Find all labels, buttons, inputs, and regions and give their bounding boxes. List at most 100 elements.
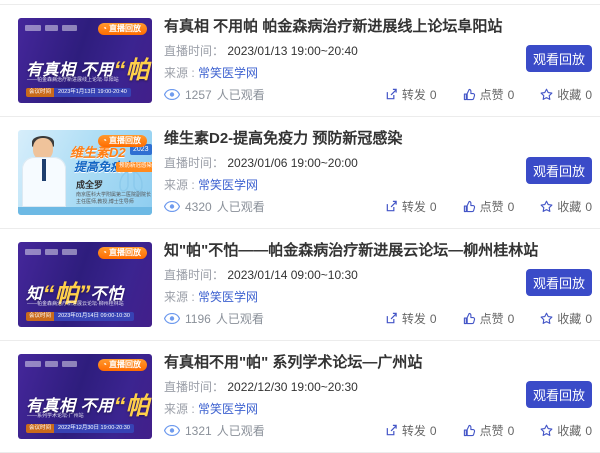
share-button[interactable]: 转发 0 (385, 86, 437, 103)
source-link[interactable]: 常笑医学网 (198, 66, 258, 80)
thumbs-up-icon (463, 424, 475, 437)
like-count: 0 (507, 199, 515, 214)
source-label: 来源 : (164, 178, 195, 193)
doctor-credential: 南京医科大学附属第二医院副院长 (76, 192, 152, 198)
view-count-suffix: 人已观看 (216, 200, 265, 214)
share-label: 转发 (401, 88, 426, 102)
live-time-label: 直播时间： (164, 155, 225, 170)
meeting-time-value: 2023年1月13日 19:00-20:40 (54, 87, 131, 97)
like-count: 0 (507, 423, 515, 438)
share-label: 转发 (401, 424, 426, 438)
favorite-count: 0 (585, 311, 592, 326)
view-count: 4320 人已观看 (164, 198, 265, 215)
like-button[interactable]: 点赞 0 (463, 86, 515, 103)
view-count: 1257 人已观看 (164, 86, 265, 103)
live-replay-badge-label: 直播回放 (109, 136, 141, 145)
thumbnail-logos (25, 249, 77, 255)
view-count-number: 1321 (185, 423, 212, 438)
doctor-credential: 主任医师,教授,博士生导师 (76, 199, 134, 205)
star-icon (540, 88, 553, 100)
view-count-number: 1257 (185, 87, 212, 102)
stats-row: 1257 人已观看 转发 0 点赞 0 收藏 0 (164, 86, 592, 103)
share-button[interactable]: 转发 0 (385, 422, 437, 439)
action-buttons: 转发 0 点赞 0 收藏 0 (385, 86, 592, 103)
share-count: 0 (429, 87, 437, 102)
watch-replay-button[interactable]: 观看回放 (526, 157, 592, 184)
share-button[interactable]: 转发 0 (385, 310, 437, 327)
source-link[interactable]: 常笑医学网 (198, 178, 258, 192)
view-count-suffix: 人已观看 (216, 424, 265, 438)
replay-list-item: ◔ 直播回放 知“帕”不怕 ——帕金森病治疗新进展云论坛·柳州桂林站 会议时间 … (0, 229, 600, 341)
stats-row: 4320 人已观看 转发 0 点赞 0 收藏 0 (164, 198, 592, 215)
share-count: 0 (429, 423, 437, 438)
clock-icon: ◔ (102, 248, 107, 257)
thumbs-up-icon (463, 88, 475, 101)
favorite-count: 0 (585, 199, 592, 214)
replay-thumbnail[interactable]: ◔ 直播回放 有真相 不用“帕” ——系列学术论坛·广州站 会议时间 2022年… (18, 354, 152, 439)
watch-replay-button[interactable]: 观看回放 (526, 381, 592, 408)
replay-title[interactable]: 有真相 不用帕 帕金森病治疗新进展线上论坛阜阳站 (164, 18, 592, 37)
banner-meeting-time: 会议时间 2023年1月13日 19:00-20:40 (26, 87, 131, 97)
source-link[interactable]: 常笑医学网 (198, 290, 258, 304)
eye-icon (164, 425, 180, 436)
favorite-label: 收藏 (557, 200, 582, 214)
favorite-button[interactable]: 收藏 0 (540, 310, 592, 327)
live-time-label: 直播时间： (164, 379, 225, 394)
banner-meeting-time: 会议时间 2023年01月14日 09:00-10:30 (26, 311, 134, 321)
thumbnail-logos (25, 361, 77, 367)
source-link[interactable]: 常笑医学网 (198, 402, 258, 416)
favorite-button[interactable]: 收藏 0 (540, 422, 592, 439)
view-count-suffix: 人已观看 (216, 88, 265, 102)
doctor-banner-badge: 预防新冠感染 (116, 162, 152, 172)
like-count: 0 (507, 87, 515, 102)
watch-replay-button[interactable]: 观看回放 (526, 45, 592, 72)
live-replay-badge-label: 直播回放 (109, 360, 141, 369)
share-button[interactable]: 转发 0 (385, 198, 437, 215)
replay-thumbnail[interactable]: ◔ 直播回放 知“帕”不怕 ——帕金森病治疗新进展云论坛·柳州桂林站 会议时间 … (18, 242, 152, 327)
share-count: 0 (429, 199, 437, 214)
banner-title-gold: “帕” (113, 57, 152, 84)
action-buttons: 转发 0 点赞 0 收藏 0 (385, 310, 592, 327)
share-label: 转发 (401, 312, 426, 326)
replay-title[interactable]: 有真相不用"帕" 系列学术论坛—广州站 (164, 354, 592, 373)
thumbs-up-icon (463, 200, 475, 213)
live-time-label: 直播时间： (164, 43, 225, 58)
like-button[interactable]: 点赞 0 (463, 422, 515, 439)
banner-subtitle: ——系列学术论坛·广州站 (27, 413, 84, 419)
share-label: 转发 (401, 200, 426, 214)
view-count-number: 4320 (185, 199, 212, 214)
replay-title[interactable]: 知"帕"不怕——帕金森病治疗新进展云论坛—柳州桂林站 (164, 242, 592, 261)
clock-icon: ◔ (102, 136, 107, 145)
like-button[interactable]: 点赞 0 (463, 310, 514, 327)
doctor-photo (22, 136, 66, 210)
favorite-label: 收藏 (557, 312, 582, 326)
view-count: 1321 人已观看 (164, 422, 265, 439)
replay-thumbnail[interactable]: ◔ 直播回放 有真相 不用“帕” ——帕金森病治疗新进展线上论坛·阜阳站 会议时… (18, 18, 152, 103)
favorite-button[interactable]: 收藏 0 (540, 198, 592, 215)
doctor-name: 成全罗 (76, 180, 104, 190)
source-label: 来源 : (164, 402, 195, 417)
star-icon (540, 312, 553, 324)
replay-thumbnail[interactable]: 维生素D2 2023 提高免疫力 预防新冠感染 成全罗 南京医科大学附属第二医院… (18, 130, 152, 215)
meeting-time-label: 会议时间 (26, 87, 55, 97)
live-time-value: 2022/12/30 19:00~20:30 (227, 379, 358, 394)
live-replay-badge-label: 直播回放 (109, 248, 141, 257)
stats-row: 1196 人已观看 转发 0 点赞 0 收藏 0 (164, 310, 592, 327)
favorite-count: 0 (585, 423, 592, 438)
action-buttons: 转发 0 点赞 0 收藏 0 (385, 422, 592, 439)
star-icon (540, 200, 553, 212)
view-count: 1196 人已观看 (164, 310, 264, 327)
view-count-number: 1196 (185, 311, 211, 326)
like-label: 点赞 (479, 88, 504, 102)
share-count: 0 (429, 311, 437, 326)
share-icon (386, 200, 397, 212)
share-icon (386, 424, 397, 436)
replay-title[interactable]: 维生素D2-提高免疫力 预防新冠感染 (164, 130, 592, 149)
like-button[interactable]: 点赞 0 (463, 198, 515, 215)
meeting-time-value: 2023年01月14日 09:00-10:30 (54, 311, 134, 321)
favorite-button[interactable]: 收藏 0 (540, 86, 592, 103)
watch-replay-button[interactable]: 观看回放 (526, 269, 592, 296)
like-label: 点赞 (479, 424, 504, 438)
replay-list-item: ◔ 直播回放 有真相 不用“帕” ——帕金森病治疗新进展线上论坛·阜阳站 会议时… (0, 5, 600, 117)
eye-icon (164, 89, 180, 100)
